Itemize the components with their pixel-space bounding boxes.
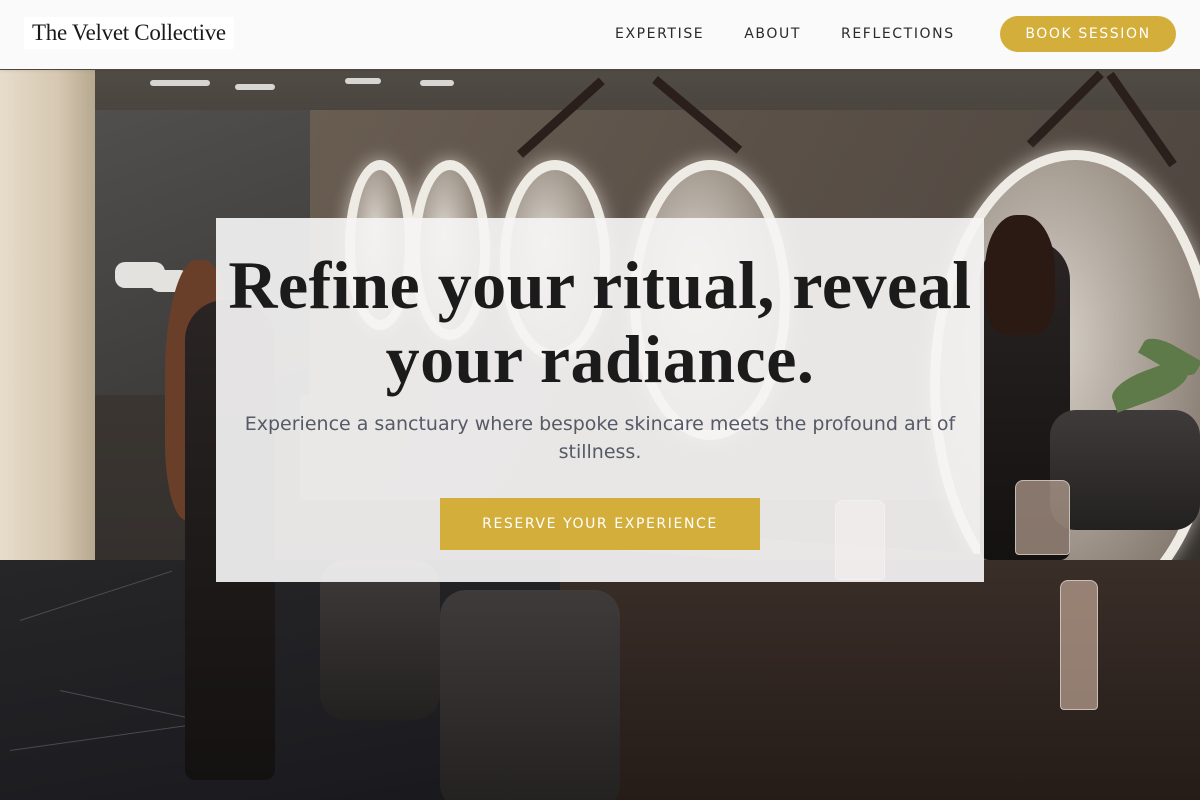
hero-card: Refine your ritual, reveal your radiance… xyxy=(216,218,984,582)
ceiling-light xyxy=(150,80,210,86)
hero-title: Refine your ritual, reveal your radiance… xyxy=(216,248,984,396)
salon-chair xyxy=(320,560,440,720)
salon-chair xyxy=(440,590,620,800)
nav-link-expertise[interactable]: EXPERTISE xyxy=(615,24,704,44)
spray-bottle xyxy=(1015,480,1070,555)
main-nav: EXPERTISE ABOUT REFLECTIONS xyxy=(615,24,995,44)
hero-subtitle: Experience a sanctuary where bespoke ski… xyxy=(244,413,956,463)
hero-title-line-2: your radiance. xyxy=(385,321,815,397)
counter xyxy=(560,560,1200,800)
nav-link-about[interactable]: ABOUT xyxy=(744,24,801,44)
nav-link-reflections[interactable]: REFLECTIONS xyxy=(841,24,955,44)
reserve-experience-button[interactable]: RESERVE YOUR EXPERIENCE xyxy=(440,498,760,550)
book-session-button[interactable]: BOOK SESSION xyxy=(1000,16,1176,52)
hero-title-line-1: Refine your ritual, reveal xyxy=(228,247,972,323)
salon-chair xyxy=(1050,410,1200,530)
brand-logo[interactable]: The Velvet Collective xyxy=(24,17,234,49)
top-navbar: The Velvet Collective EXPERTISE ABOUT RE… xyxy=(0,0,1200,69)
spray-bottle xyxy=(1060,580,1098,710)
stylist-hair xyxy=(985,215,1055,335)
ceiling-light xyxy=(345,78,381,84)
ceiling-light xyxy=(235,84,275,90)
ceiling-light xyxy=(420,80,454,86)
